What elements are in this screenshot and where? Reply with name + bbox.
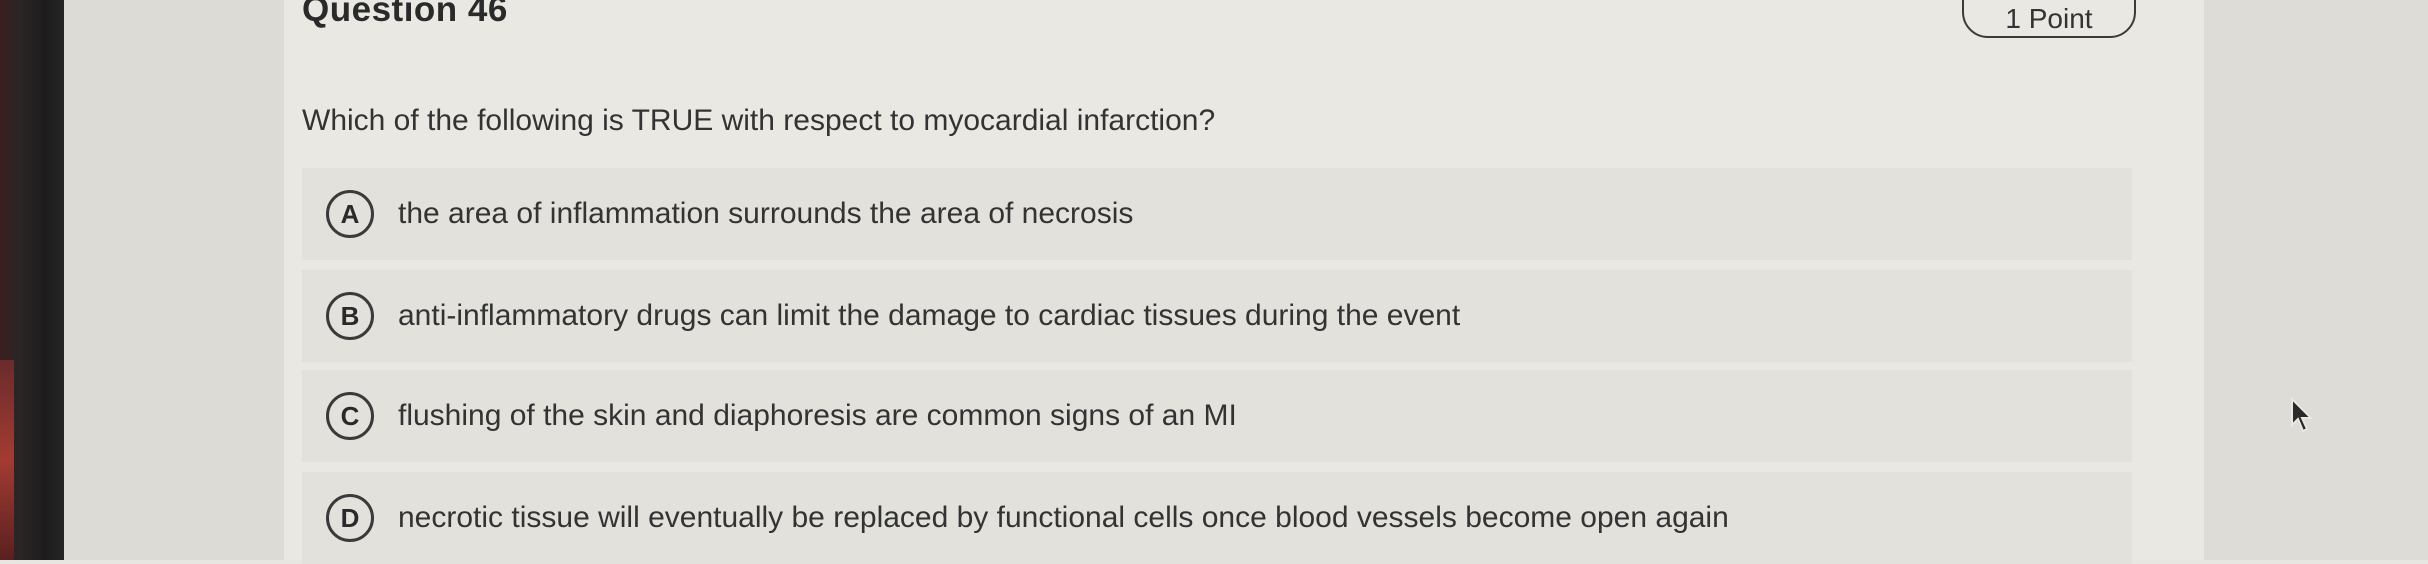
answer-option-a[interactable]: A the area of inflammation surrounds the… xyxy=(302,168,2132,260)
option-text: the area of inflammation surrounds the a… xyxy=(398,197,1134,230)
answer-option-c[interactable]: C flushing of the skin and diaphoresis a… xyxy=(302,370,2132,462)
screen-bezel xyxy=(0,0,64,560)
question-title: Question 46 xyxy=(302,0,508,29)
option-letter-badge[interactable]: B xyxy=(326,292,374,340)
option-letter-badge[interactable]: D xyxy=(326,494,374,542)
option-text: necrotic tissue will eventually be repla… xyxy=(398,501,1729,534)
answer-option-d[interactable]: D necrotic tissue will eventually be rep… xyxy=(302,472,2132,564)
answer-option-b[interactable]: B anti-inflammatory drugs can limit the … xyxy=(302,270,2132,362)
bezel-reflection xyxy=(0,360,14,560)
option-text: flushing of the skin and diaphoresis are… xyxy=(398,399,1237,432)
question-prompt: Which of the following is TRUE with resp… xyxy=(302,104,1216,137)
option-letter-badge[interactable]: A xyxy=(326,190,374,238)
option-letter-badge[interactable]: C xyxy=(326,392,374,440)
page-margin-left xyxy=(64,0,284,560)
page-margin-right xyxy=(2204,0,2428,560)
points-badge: 1 Point xyxy=(1962,0,2136,38)
mouse-pointer-icon xyxy=(2291,397,2314,433)
option-text: anti-inflammatory drugs can limit the da… xyxy=(398,299,1461,332)
